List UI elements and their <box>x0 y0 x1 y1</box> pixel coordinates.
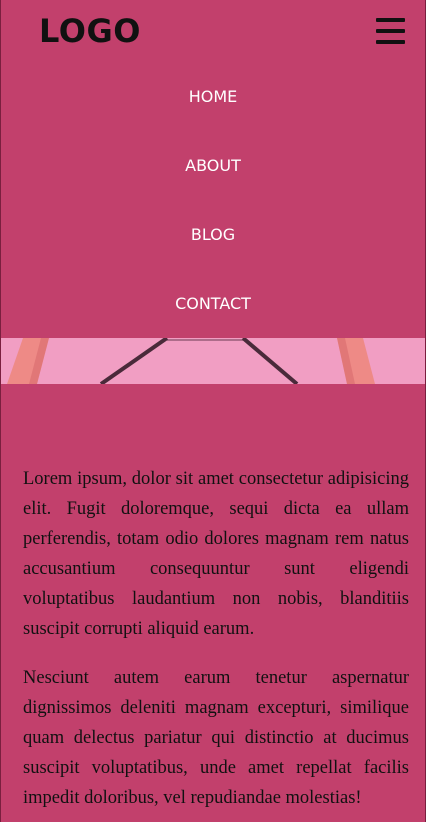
hamburger-bar <box>376 29 405 33</box>
site-header: LOGO <box>1 0 425 70</box>
page: LOGO HOME ABOUT BLOG CONTACT Lorem ipsum… <box>0 0 426 822</box>
site-logo[interactable]: LOGO <box>39 12 141 50</box>
body-paragraph-2: Nesciunt autem earum tenetur aspernatur … <box>23 668 409 808</box>
pink-chair-legs-photo <box>1 338 425 384</box>
nav-item-contact[interactable]: CONTACT <box>1 294 425 313</box>
body-paragraph-1: Lorem ipsum, dolor sit amet consectetur … <box>23 469 409 639</box>
nav-item-home[interactable]: HOME <box>1 87 425 106</box>
nav-item-about[interactable]: ABOUT <box>1 156 425 175</box>
hamburger-bar <box>376 40 405 44</box>
hamburger-menu-icon[interactable] <box>376 18 405 44</box>
hamburger-bar <box>376 18 405 22</box>
nav-item-blog[interactable]: BLOG <box>1 225 425 244</box>
hero-image <box>1 338 425 384</box>
main-content: Lorem ipsum, dolor sit amet consectetur … <box>23 464 409 822</box>
main-nav: HOME ABOUT BLOG CONTACT <box>1 62 425 338</box>
